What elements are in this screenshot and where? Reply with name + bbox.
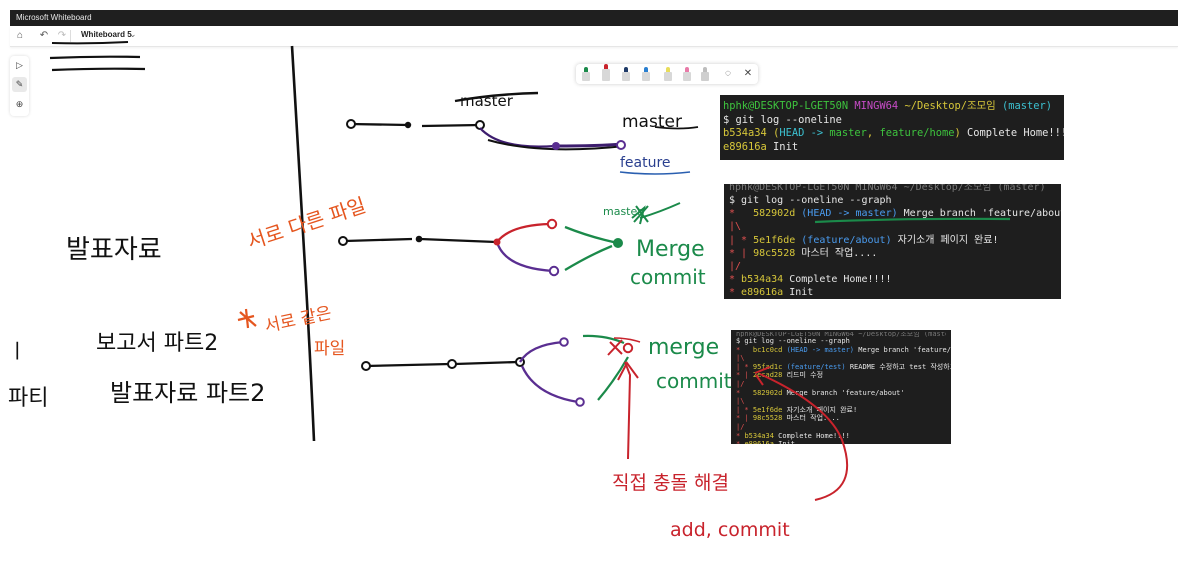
star-mark (237, 308, 257, 329)
hw-same-file-2: 파일 (314, 339, 345, 359)
arrow-curved (759, 373, 849, 501)
hw-same-file-1: 서로 같은 (263, 303, 334, 337)
hw-feature: feature (620, 155, 671, 171)
hw-merge-1: Merge (636, 237, 705, 262)
ink-stroke (51, 67, 146, 72)
divider-line (290, 45, 316, 442)
arrow-up (624, 361, 632, 460)
hw-master-struck: master (460, 92, 514, 110)
hw-resolve-conflict: 직접 충돌 해결 (612, 472, 729, 494)
hw-commit-1: commit (630, 265, 706, 289)
hw-report-part2: 보고서 파트2 (96, 331, 218, 356)
ink-stroke (51, 41, 129, 45)
hw-commit-2: commit (656, 369, 732, 393)
ink-canvas[interactable]: master master feature master Merge commi… (0, 0, 1178, 564)
diagram-conflict-merge (361, 334, 641, 407)
hw-add-commit: add, commit (670, 519, 790, 541)
underline (619, 171, 691, 175)
hw-merge-2: merge (648, 335, 719, 360)
hw-presentation-part2: 발표자료 파트2 (110, 379, 265, 407)
hw-presentation: 발표자료 (66, 235, 162, 265)
hw-edge-2: 파티 (8, 386, 48, 411)
hw-edge-1: ㅣ (8, 339, 26, 363)
hw-different-files: 서로 다른 파일 (244, 193, 369, 254)
diagram-fast-forward (346, 119, 626, 151)
hw-master-small: master (603, 205, 642, 218)
underline (814, 217, 1011, 224)
ink-stroke (49, 55, 141, 60)
hw-master: master (622, 112, 682, 132)
